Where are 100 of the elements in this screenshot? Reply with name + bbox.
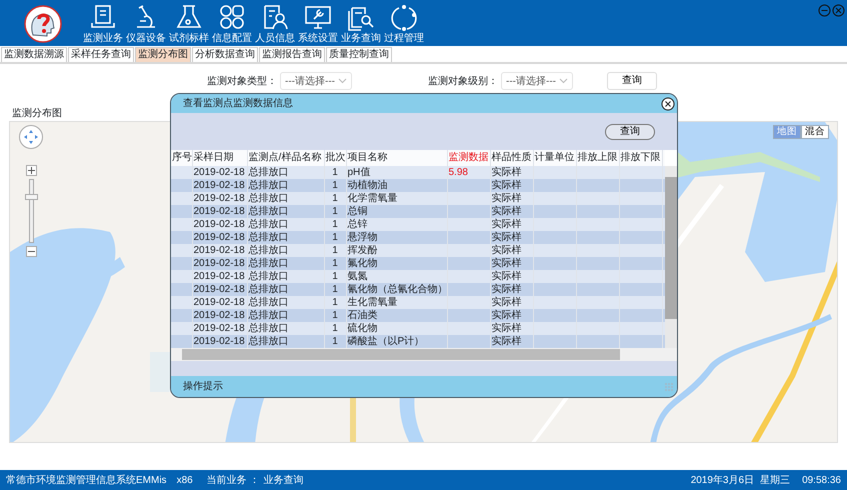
toolbar-button[interactable]: 过程管理 — [383, 0, 425, 46]
column-header[interactable]: 排放下限 — [619, 150, 662, 166]
table-cell: 实际样 — [490, 218, 533, 231]
table-cell: 挥发酚 — [346, 244, 447, 257]
table-cell: 1 — [324, 309, 346, 322]
minus-icon — [28, 248, 35, 255]
table-cell: 1 — [324, 231, 346, 244]
table-cell: 2019-02-18 — [192, 205, 247, 218]
tab[interactable]: 监测数据溯源 — [1, 47, 67, 62]
table-cell: 2019-02-18 — [192, 322, 247, 335]
table-cell: 石油类 — [346, 309, 447, 322]
table-cell: 实际样 — [490, 335, 533, 348]
tab[interactable]: 分析数据查询 — [192, 47, 258, 62]
column-header[interactable]: 计量单位 — [533, 150, 576, 166]
table-cell: 1 — [324, 192, 346, 205]
toolbar-button[interactable]: 仪器设备 — [125, 0, 167, 46]
query-button[interactable]: 查询 — [605, 124, 655, 140]
table-cell: 2019-02-18 — [192, 231, 247, 244]
table-cell: 氟化物 — [346, 257, 447, 270]
vertical-scrollbar[interactable] — [665, 166, 677, 348]
table-cell: 实际样 — [490, 231, 533, 244]
column-header[interactable]: 监测数据 — [447, 150, 490, 166]
table-cell: 实际样 — [490, 322, 533, 335]
map-type-button[interactable]: 混合 — [801, 125, 829, 139]
horizontal-scrollbar[interactable] — [171, 348, 677, 361]
panel-title: 监测分布图 — [12, 108, 63, 120]
column-header[interactable]: 排放上限 — [576, 150, 619, 166]
document-icon — [88, 3, 118, 31]
table-cell: 2019-02-18 — [192, 283, 247, 296]
table-cell: 2019-02-18 — [192, 309, 247, 322]
table-cell: 总排放口 — [247, 244, 324, 257]
toolbar-button[interactable]: 信息配置 — [211, 0, 253, 46]
flask-icon — [174, 3, 204, 31]
toolbar-button[interactable]: 试剂标样 — [168, 0, 210, 46]
table-cell: 生化需氧量 — [346, 296, 447, 309]
table-cell: 1 — [324, 257, 346, 270]
table-cell: 1 — [324, 244, 346, 257]
table-cell: 实际样 — [490, 296, 533, 309]
zoom-out-button[interactable] — [26, 246, 37, 257]
select-field[interactable]: ---请选择--- — [501, 72, 573, 90]
column-header[interactable]: 样品性质 — [490, 150, 533, 166]
grid-icon — [217, 3, 247, 31]
table-cell: 2019-02-18 — [192, 296, 247, 309]
tab[interactable]: 质量控制查询 — [326, 47, 392, 62]
column-header[interactable]: 项目名称 — [346, 150, 447, 166]
toolbar-button[interactable]: 系统设置 — [297, 0, 339, 46]
table-cell: 2019-02-18 — [192, 257, 247, 270]
current-task: 业务查询 — [263, 474, 304, 488]
table-cell: 实际样 — [490, 179, 533, 192]
column-header[interactable]: 采样日期 — [192, 150, 247, 166]
table-cell: 1 — [324, 205, 346, 218]
column-header[interactable]: 监测点/样品名称 — [247, 150, 324, 166]
toolbar-button[interactable]: 监测业务 — [82, 0, 124, 46]
table-cell: 实际样 — [490, 166, 533, 179]
table-cell: 总排放口 — [247, 192, 324, 205]
table-cell: 总排放口 — [247, 205, 324, 218]
table-cell: 总排放口 — [247, 322, 324, 335]
minimize-icon[interactable] — [818, 4, 831, 17]
table-cell: 1 — [324, 335, 346, 348]
logo-icon — [24, 5, 62, 43]
monitor-icon — [303, 3, 333, 31]
search-button[interactable]: 查询 — [607, 72, 657, 90]
chevron-down-icon — [559, 78, 568, 84]
status-hint: 操作提示 — [183, 380, 223, 394]
cycle-icon — [389, 3, 419, 31]
table-cell: 总排放口 — [247, 179, 324, 192]
table-cell: 总锌 — [346, 218, 447, 231]
table-cell: 总排放口 — [247, 218, 324, 231]
table-cell: 总排放口 — [247, 166, 324, 179]
chevron-down-icon — [338, 78, 347, 84]
table-cell: 总排放口 — [247, 309, 324, 322]
table-cell: 2019-02-18 — [192, 179, 247, 192]
table-cell: 1 — [324, 296, 346, 309]
table-cell: 1 — [324, 270, 346, 283]
tab[interactable]: 采样任务查询 — [68, 47, 134, 62]
resize-grip-icon[interactable] — [665, 382, 673, 390]
table-cell: 实际样 — [490, 257, 533, 270]
table-cell: 总排放口 — [247, 257, 324, 270]
dialog-title: 查看监测点监测数据信息 — [183, 96, 293, 111]
table-cell: pH值 — [346, 166, 447, 179]
table-cell: 总排放口 — [247, 270, 324, 283]
tab[interactable]: 监测报告查询 — [259, 47, 325, 62]
table-cell: 磷酸盐（以P计） — [346, 335, 447, 348]
table-cell: 实际样 — [490, 192, 533, 205]
table-cell: 2019-02-18 — [192, 270, 247, 283]
plus-icon — [28, 167, 35, 174]
pan-arrows-icon — [23, 129, 39, 145]
arch-label: x86 — [176, 474, 193, 488]
zoom-in-button[interactable] — [26, 165, 37, 176]
tab[interactable]: 监测分布图 — [135, 47, 191, 62]
select-field[interactable]: ---请选择--- — [280, 72, 352, 90]
table-cell: 2019-02-18 — [192, 218, 247, 231]
table-cell: 1 — [324, 218, 346, 231]
column-header[interactable]: 批次 — [324, 150, 346, 166]
close-icon[interactable] — [661, 96, 675, 110]
weekday-label: 星期三 — [760, 474, 790, 488]
table-cell: 悬浮物 — [346, 231, 447, 244]
table-cell: 氨氮 — [346, 270, 447, 283]
toolbar-button[interactable]: 业务查询 — [340, 0, 382, 46]
toolbar-button[interactable]: 人员信息 — [254, 0, 296, 46]
